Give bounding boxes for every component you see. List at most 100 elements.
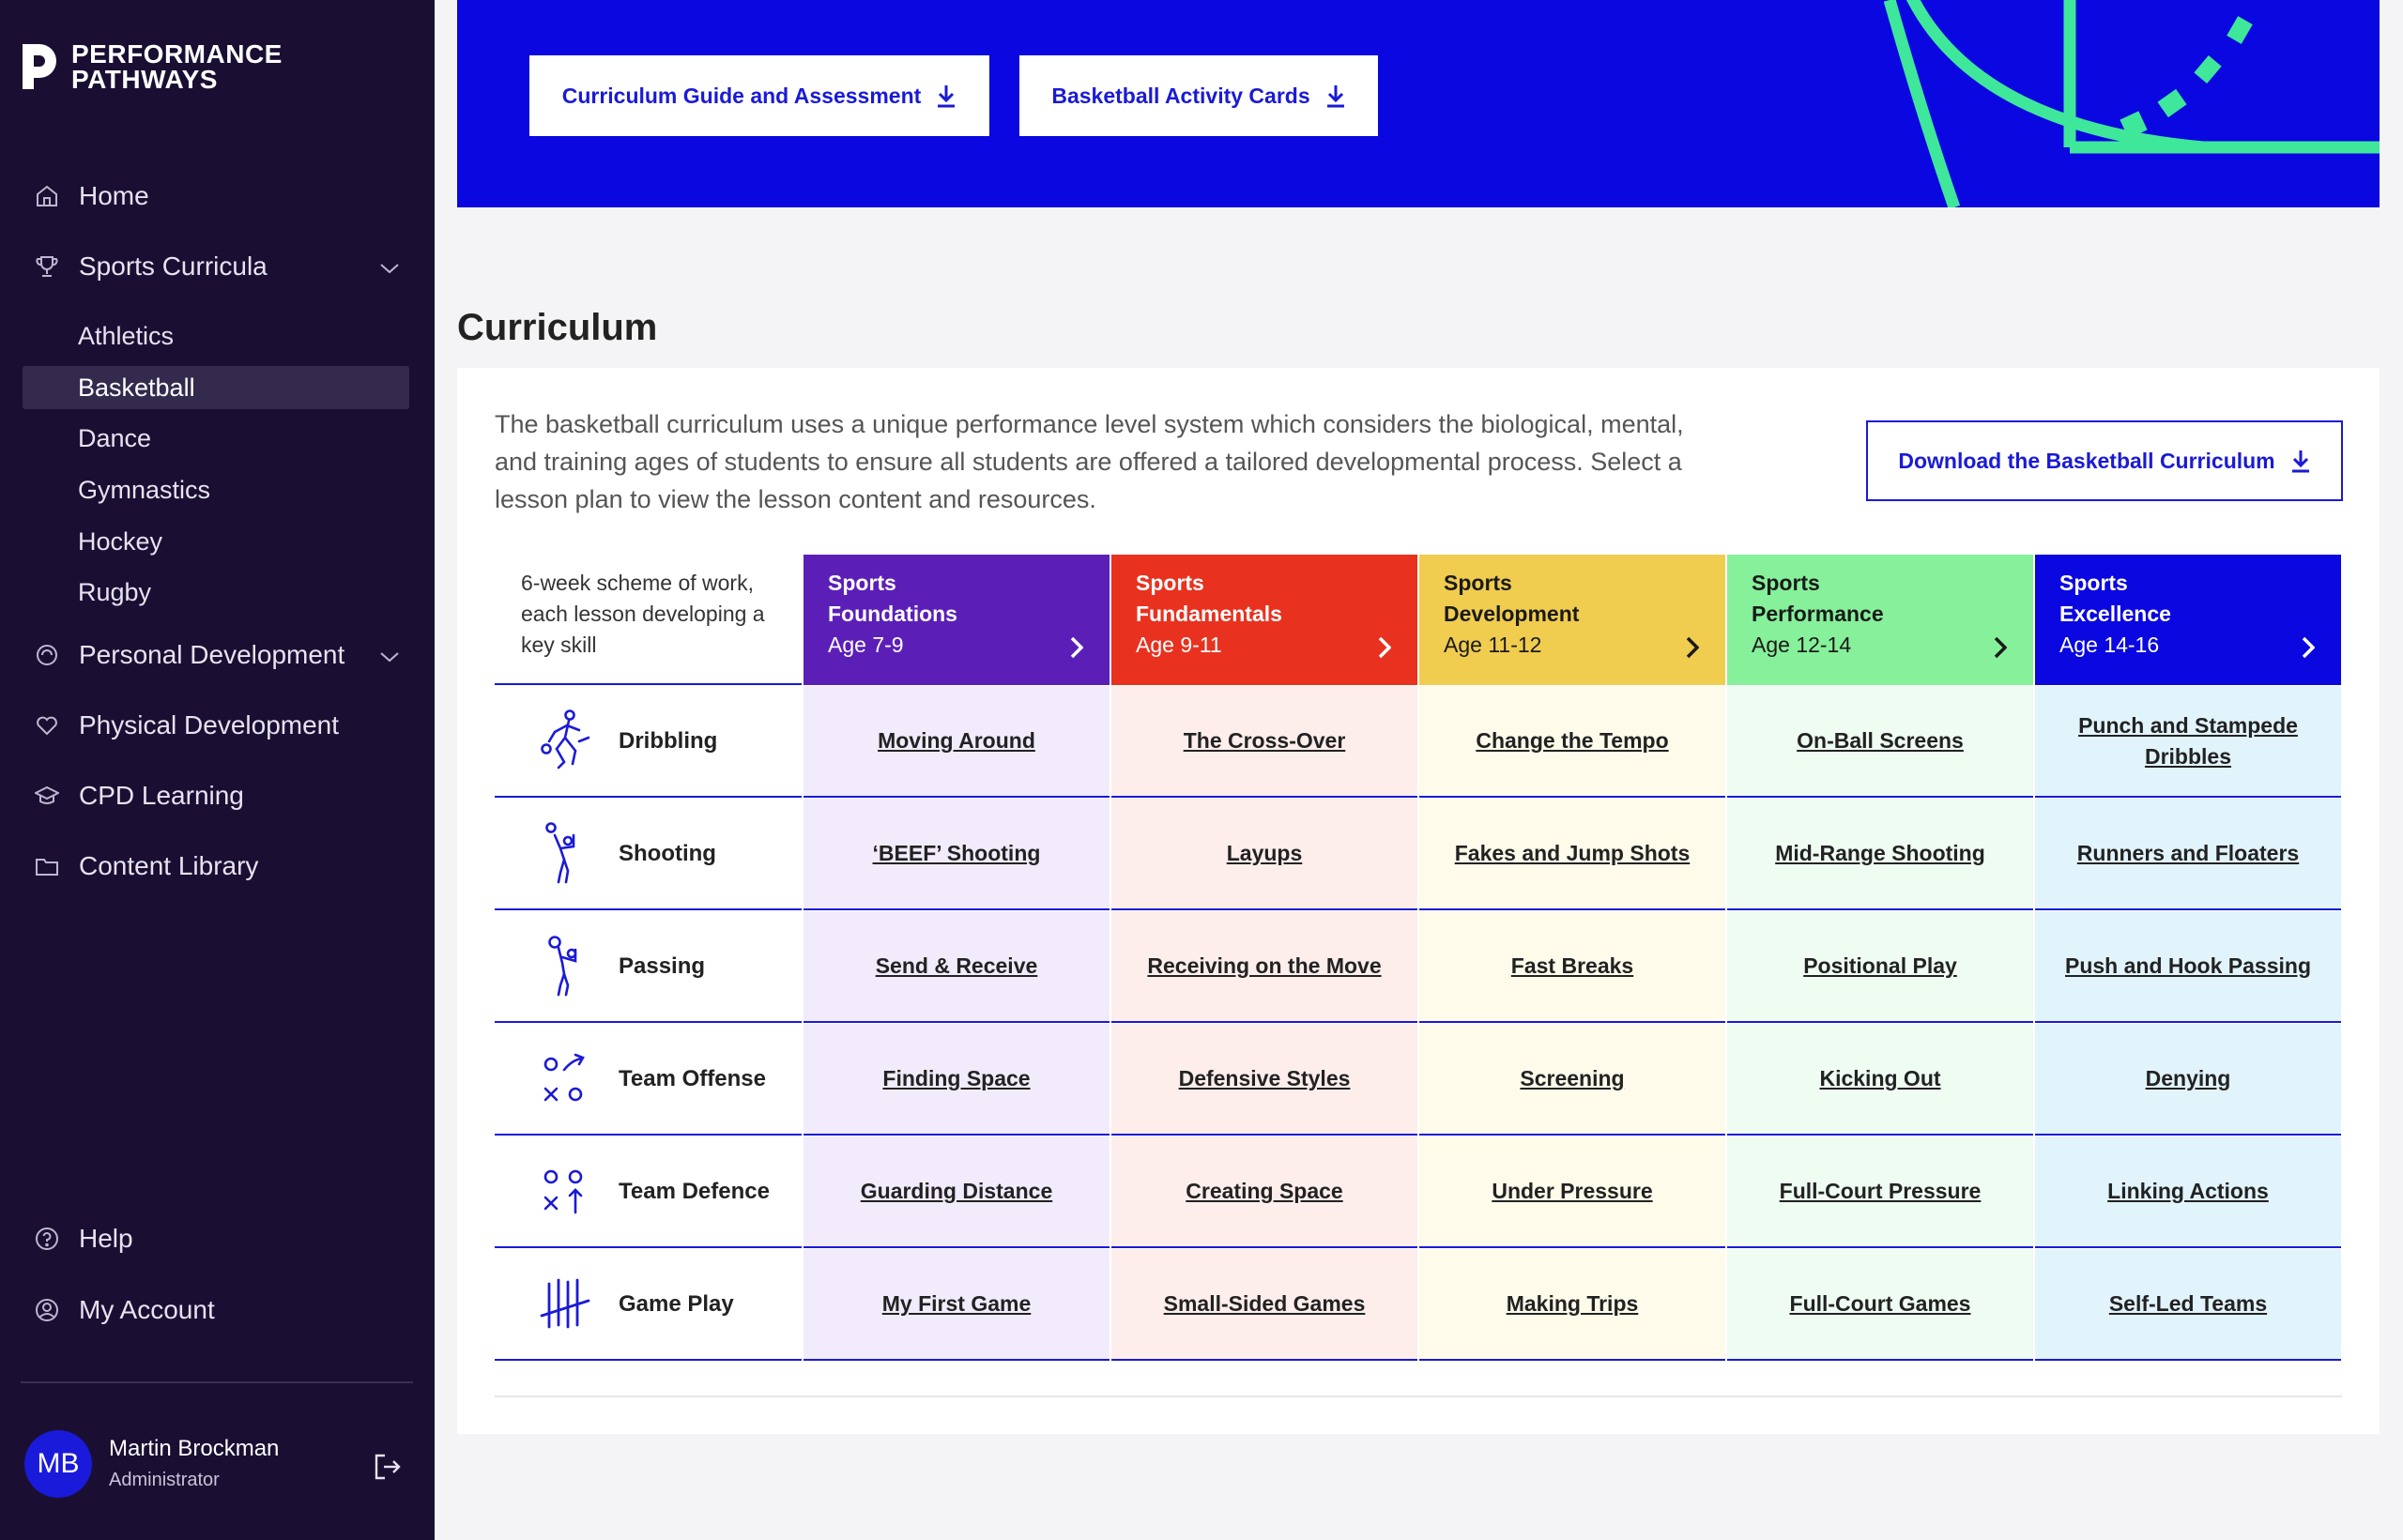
personal-development-icon	[34, 642, 60, 668]
lesson-link[interactable]: Moving Around	[804, 686, 1110, 798]
chevron-right-icon	[1686, 636, 1699, 659]
lesson-link[interactable]: Guarding Distance	[804, 1136, 1110, 1248]
lesson-link[interactable]: Positional Play	[1727, 911, 2033, 1023]
folder-icon	[34, 853, 60, 879]
user-name: Martin Brockman	[109, 1436, 280, 1461]
home-icon	[34, 183, 60, 209]
avatar[interactable]: MB	[24, 1430, 92, 1498]
lesson-link[interactable]: Full-Court Pressure	[1727, 1136, 2033, 1248]
lesson-link[interactable]: Creating Space	[1111, 1136, 1417, 1248]
level-header-excellence[interactable]: Sports Excellence Age 14-16	[2035, 555, 2341, 685]
nav-sports-curricula-label: Sports Curricula	[79, 252, 268, 281]
trophy-icon	[34, 253, 60, 280]
sidebar-item-hockey[interactable]: Hockey	[23, 520, 409, 563]
level-age: Age 14-16	[2059, 633, 2160, 657]
download-icon	[2291, 450, 2309, 473]
nav-my-account[interactable]: My Account	[34, 1295, 400, 1325]
lesson-link[interactable]: Screening	[1419, 1024, 1725, 1136]
nav-help[interactable]: Help	[34, 1224, 400, 1254]
level-header-performance[interactable]: Sports Performance Age 12-14	[1727, 555, 2033, 685]
lesson-link[interactable]: Making Trips	[1419, 1249, 1725, 1361]
sidebar-divider	[21, 1381, 413, 1383]
level-header-foundations[interactable]: Sports Foundations Age 7-9	[804, 555, 1110, 685]
lesson-link[interactable]: Mid-Range Shooting	[1727, 799, 2033, 910]
shooting-icon	[536, 821, 596, 887]
user-circle-icon	[34, 1297, 60, 1323]
lesson-link[interactable]: Linking Actions	[2035, 1136, 2341, 1248]
heart-icon	[34, 712, 60, 739]
skill-row-label: Dribbling	[495, 686, 802, 798]
graduation-cap-icon	[34, 783, 60, 809]
skill-row-label: Passing	[495, 911, 802, 1023]
lesson-link[interactable]: ‘BEEF’ Shooting	[804, 799, 1110, 910]
help-icon	[34, 1226, 60, 1252]
curriculum-card: The basketball curriculum uses a unique …	[457, 368, 2380, 1434]
lesson-link[interactable]: Under Pressure	[1419, 1136, 1725, 1248]
skill-name: Passing	[619, 953, 706, 979]
curriculum-intro: The basketball curriculum uses a unique …	[495, 410, 1684, 513]
lesson-link[interactable]: On-Ball Screens	[1727, 686, 2033, 798]
lesson-link[interactable]: Defensive Styles	[1111, 1024, 1417, 1136]
lesson-link[interactable]: Send & Receive	[804, 911, 1110, 1023]
download-curriculum-label: Download the Basketball Curriculum	[1898, 448, 2275, 473]
level-line-2: Excellence	[2059, 602, 2171, 626]
activity-cards-button[interactable]: Basketball Activity Cards	[1019, 55, 1378, 136]
level-line-2: Development	[1444, 602, 1580, 626]
nav-help-label: Help	[79, 1224, 133, 1253]
download-curriculum-button[interactable]: Download the Basketball Curriculum	[1866, 420, 2343, 501]
sidebar-item-dance[interactable]: Dance	[23, 417, 409, 460]
lesson-link[interactable]: Punch and Stampede Dribbles	[2035, 686, 2341, 798]
bottom-divider	[495, 1395, 2342, 1397]
nav-content-library[interactable]: Content Library	[34, 851, 400, 881]
lesson-link[interactable]: My First Game	[804, 1249, 1110, 1361]
level-age: Age 12-14	[1752, 633, 1852, 657]
nav-personal-development-label: Personal Development	[79, 640, 345, 669]
chevron-down-icon[interactable]	[379, 640, 400, 670]
header-banner: Curriculum Guide and Assessment Basketba…	[457, 0, 2380, 207]
lesson-link[interactable]: Self-Led Teams	[2035, 1249, 2341, 1361]
chevron-right-icon	[1378, 636, 1391, 659]
activity-cards-label: Basketball Activity Cards	[1051, 83, 1310, 108]
lesson-link[interactable]: Kicking Out	[1727, 1024, 2033, 1136]
lesson-link[interactable]: Denying	[2035, 1024, 2341, 1136]
logout-icon[interactable]	[372, 1451, 404, 1487]
skill-row-label: Game Play	[495, 1249, 802, 1361]
sidebar-item-rugby[interactable]: Rugby	[23, 571, 409, 614]
sidebar-item-gymnastics[interactable]: Gymnastics	[23, 468, 409, 511]
logo-mark-icon	[23, 44, 56, 89]
nav-personal-development[interactable]: Personal Development	[34, 640, 400, 670]
nav-home[interactable]: Home	[34, 181, 400, 211]
lesson-link[interactable]: Small-Sided Games	[1111, 1249, 1417, 1361]
brand-line-1: PERFORMANCE	[71, 39, 283, 69]
lesson-link[interactable]: Finding Space	[804, 1024, 1110, 1136]
sidebar-item-basketball[interactable]: Basketball	[23, 366, 409, 409]
lesson-link[interactable]: The Cross-Over	[1111, 686, 1417, 798]
skill-row-label: Team Defence	[495, 1136, 802, 1248]
lesson-link[interactable]: Layups	[1111, 799, 1417, 910]
curriculum-guide-button[interactable]: Curriculum Guide and Assessment	[529, 55, 989, 136]
curriculum-guide-label: Curriculum Guide and Assessment	[561, 83, 922, 108]
level-line-1: Sports	[2059, 571, 2128, 595]
skill-name: Dribbling	[619, 727, 718, 754]
nav-content-library-label: Content Library	[79, 851, 259, 880]
lesson-link[interactable]: Full-Court Games	[1727, 1249, 2033, 1361]
nav-sports-curricula[interactable]: Sports Curricula	[34, 252, 400, 282]
brand-logo[interactable]: PERFORMANCE PATHWAYS	[23, 39, 283, 93]
level-age: Age 9-11	[1136, 633, 1222, 657]
chevron-right-icon	[1994, 636, 2007, 659]
lesson-link[interactable]: Change the Tempo	[1419, 686, 1725, 798]
sidebar-item-athletics[interactable]: Athletics	[23, 314, 409, 358]
lesson-link[interactable]: Push and Hook Passing	[2035, 911, 2341, 1023]
level-age: Age 7-9	[828, 633, 904, 657]
level-header-development[interactable]: Sports Development Age 11-12	[1419, 555, 1725, 685]
lesson-link[interactable]: Fakes and Jump Shots	[1419, 799, 1725, 910]
chevron-down-icon[interactable]	[379, 252, 400, 282]
nav-my-account-label: My Account	[79, 1295, 215, 1324]
download-icon	[1326, 85, 1344, 108]
lesson-link[interactable]: Fast Breaks	[1419, 911, 1725, 1023]
lesson-link[interactable]: Runners and Floaters	[2035, 799, 2341, 910]
lesson-link[interactable]: Receiving on the Move	[1111, 911, 1417, 1023]
nav-cpd-learning[interactable]: CPD Learning	[34, 781, 400, 811]
nav-physical-development[interactable]: Physical Development	[34, 710, 400, 740]
level-header-fundamentals[interactable]: Sports Fundamentals Age 9-11	[1111, 555, 1417, 685]
